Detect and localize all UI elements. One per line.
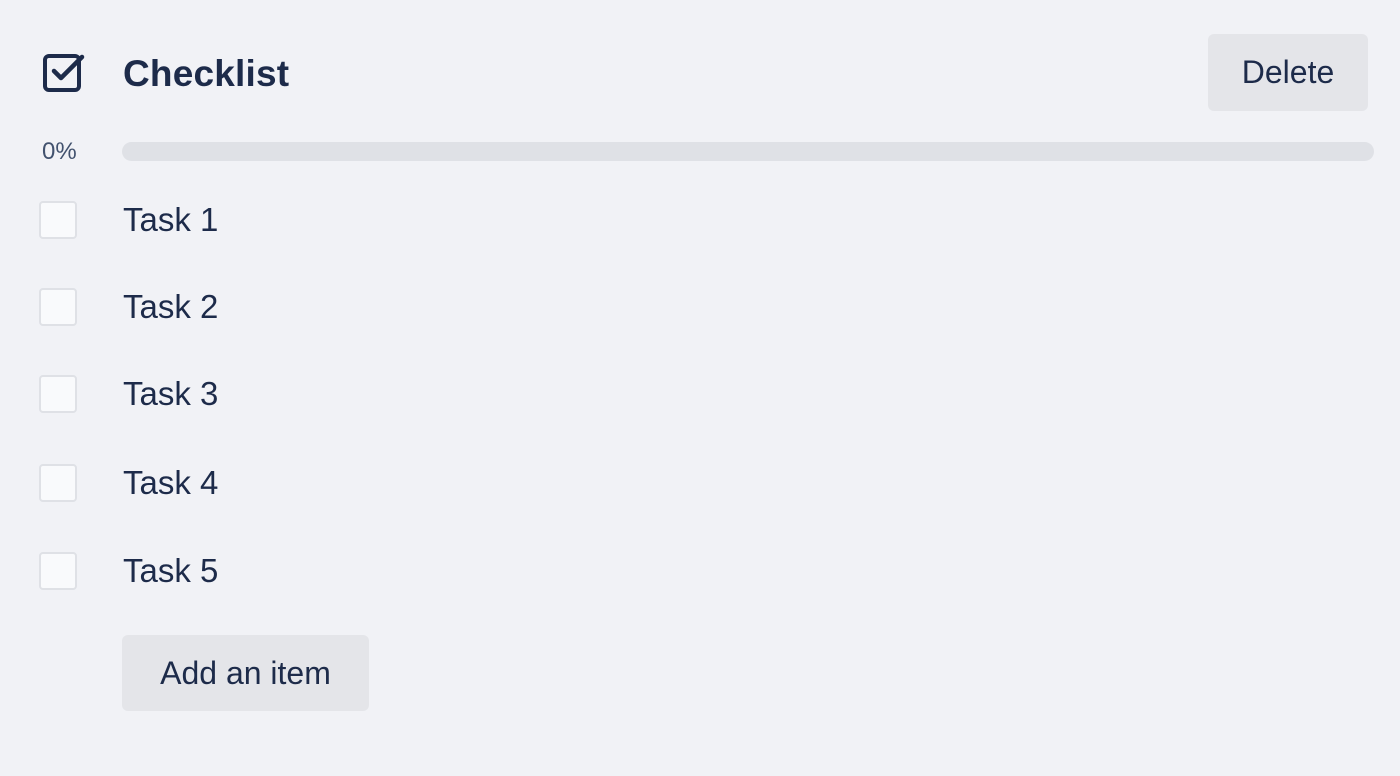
item-label[interactable]: Task 3 <box>123 374 218 414</box>
item-checkbox[interactable] <box>39 375 77 413</box>
checklist-item[interactable]: Task 3 <box>0 364 1400 424</box>
item-checkbox[interactable] <box>39 288 77 326</box>
item-label[interactable]: Task 2 <box>123 287 218 327</box>
progress-bar <box>122 142 1374 161</box>
checkbox-checked-icon <box>40 49 88 97</box>
checklist-item[interactable]: Task 2 <box>0 277 1400 337</box>
item-checkbox[interactable] <box>39 201 77 239</box>
checklist-item[interactable]: Task 5 <box>0 541 1400 601</box>
delete-button[interactable]: Delete <box>1208 34 1368 111</box>
item-label[interactable]: Task 4 <box>123 463 218 503</box>
checklist-title: Checklist <box>123 53 290 94</box>
checklist-item[interactable]: Task 4 <box>0 453 1400 513</box>
item-label[interactable]: Task 1 <box>123 200 218 240</box>
progress-percent: 0% <box>42 138 77 165</box>
item-checkbox[interactable] <box>39 552 77 590</box>
item-label[interactable]: Task 5 <box>123 551 218 591</box>
add-item-button[interactable]: Add an item <box>122 635 369 711</box>
item-checkbox[interactable] <box>39 464 77 502</box>
checklist-item[interactable]: Task 1 <box>0 190 1400 250</box>
